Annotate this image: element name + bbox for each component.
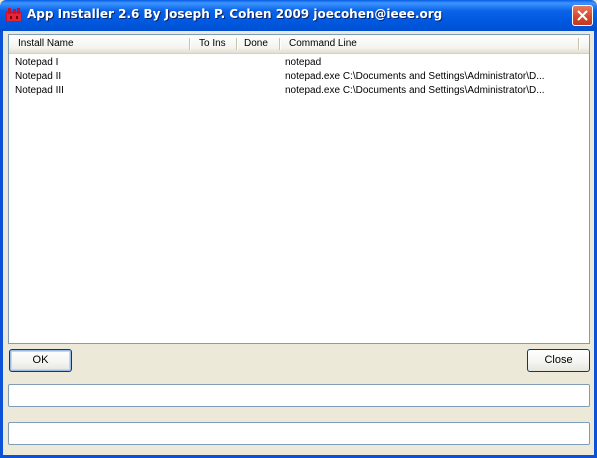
status-field-1[interactable] [8, 384, 590, 407]
command-line-cell: notepad.exe C:\Documents and Settings\Ad… [285, 85, 545, 96]
list-header: Install Name To Ins Done Command Line [9, 35, 589, 54]
app-installer-window: App Installer 2.6 By Joseph P. Cohen 200… [0, 0, 597, 458]
column-header-install-name[interactable]: Install Name [9, 35, 189, 53]
list-item[interactable]: Notepad III notepad.exe C:\Documents and… [9, 84, 589, 98]
column-separator[interactable] [578, 38, 579, 50]
column-header-command-line[interactable]: Command Line [280, 35, 578, 53]
list-rows: Notepad I notepad Notepad II notepad.exe… [9, 56, 589, 98]
app-installer-icon [6, 8, 22, 22]
list-item[interactable]: Notepad II notepad.exe C:\Documents and … [9, 70, 589, 84]
install-name-cell: Notepad I [15, 57, 59, 68]
command-line-cell: notepad [285, 57, 322, 68]
status-field-2[interactable] [8, 422, 590, 445]
close-button[interactable]: Close [527, 349, 590, 372]
list-item[interactable]: Notepad I notepad [9, 56, 589, 70]
install-list[interactable]: Install Name To Ins Done Command Line No… [8, 34, 590, 344]
window-frame-left [0, 31, 3, 458]
window-title: App Installer 2.6 By Joseph P. Cohen 200… [27, 7, 443, 21]
window-close-button[interactable] [572, 5, 593, 26]
title-bar[interactable]: App Installer 2.6 By Joseph P. Cohen 200… [0, 0, 597, 31]
install-name-cell: Notepad II [15, 71, 62, 82]
column-header-done[interactable]: Done [235, 35, 281, 53]
ok-button[interactable]: OK [9, 349, 72, 372]
column-header-to-ins[interactable]: To Ins [190, 35, 237, 53]
install-name-cell: Notepad III [15, 85, 64, 96]
command-line-cell: notepad.exe C:\Documents and Settings\Ad… [285, 71, 545, 82]
